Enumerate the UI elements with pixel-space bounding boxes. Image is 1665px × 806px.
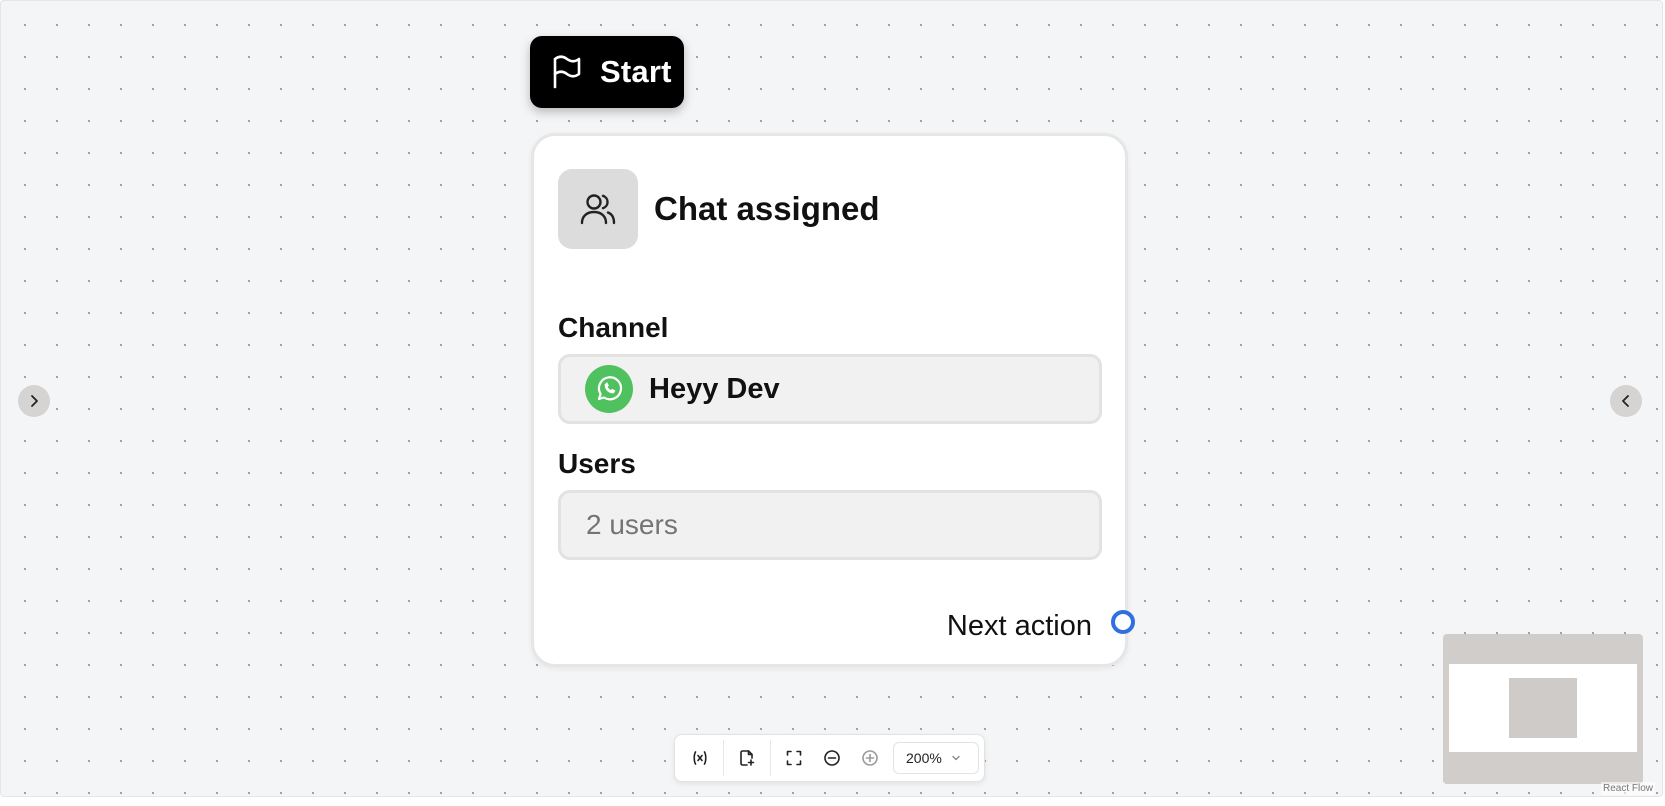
zoom-level-value: 200%	[906, 750, 942, 766]
zoom-out-button[interactable]	[813, 739, 851, 777]
users-field[interactable]: 2 users	[558, 490, 1102, 560]
fit-view-icon	[786, 750, 802, 766]
start-label: Start	[600, 54, 672, 89]
chevron-right-icon	[31, 395, 38, 407]
toolbar-divider	[723, 740, 724, 776]
flag-icon	[553, 55, 581, 89]
channel-label: Channel	[558, 312, 669, 343]
chevron-left-icon	[1622, 395, 1629, 407]
users-icon	[580, 194, 616, 225]
expand-right-panel-button[interactable]	[1610, 385, 1642, 417]
toolbar-divider	[770, 740, 771, 776]
expand-left-panel-button[interactable]	[18, 385, 50, 417]
trigger-icon-box	[558, 169, 638, 249]
users-value: 2 users	[586, 509, 678, 540]
users-label: Users	[558, 448, 636, 479]
canvas-toolbar: 200%	[674, 734, 985, 782]
flow-canvas[interactable]: Start Chat assigned Channel Heyy Dev Use…	[0, 0, 1663, 797]
channel-field[interactable]: Heyy Dev	[558, 354, 1102, 424]
minimap-node	[1509, 678, 1577, 738]
zoom-in-icon	[862, 750, 878, 766]
zoom-in-button[interactable]	[851, 739, 889, 777]
react-flow-attribution[interactable]: React Flow	[1601, 782, 1656, 795]
next-action-label: Next action	[946, 610, 1092, 642]
add-note-button[interactable]	[728, 739, 766, 777]
start-node[interactable]: Start	[530, 36, 684, 108]
fit-view-button[interactable]	[775, 739, 813, 777]
whatsapp-icon	[585, 365, 633, 413]
trigger-node-card[interactable]: Chat assigned Channel Heyy Dev Users 2 u…	[531, 133, 1128, 667]
zoom-level-select[interactable]: 200%	[893, 742, 979, 774]
add-file-icon	[740, 750, 755, 766]
trigger-title: Chat assigned	[654, 190, 880, 227]
zoom-out-icon	[824, 750, 840, 766]
next-action-handle[interactable]	[1111, 610, 1135, 634]
variable-icon	[693, 751, 707, 765]
minimap[interactable]	[1443, 634, 1643, 784]
channel-value: Heyy Dev	[649, 372, 780, 405]
chevron-down-icon	[952, 755, 960, 761]
variables-button[interactable]	[681, 739, 719, 777]
